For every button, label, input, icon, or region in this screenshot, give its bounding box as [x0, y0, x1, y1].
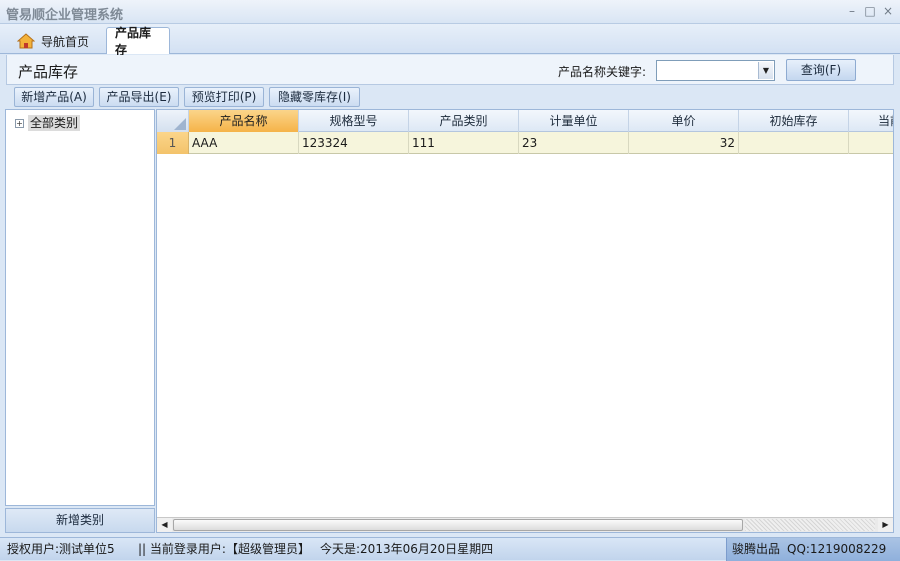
row-number[interactable]: 1 [157, 132, 189, 154]
tree-node-label[interactable]: 全部类别 [28, 115, 81, 131]
column-header-spec[interactable]: 规格型号 [299, 110, 409, 132]
select-all-corner[interactable] [157, 110, 189, 132]
grid-header: 产品名称 规格型号 产品类别 计量单位 单价 初始库存 当前 [157, 110, 893, 132]
scrollbar-track[interactable] [745, 519, 875, 531]
cell-current-stock[interactable] [849, 132, 893, 154]
toolbar: 新增产品(A) 产品导出(E) 预览打印(P) 隐藏零库存(I) [6, 86, 894, 108]
page-title: 产品库存 [18, 63, 79, 81]
column-header-category[interactable]: 产品类别 [409, 110, 519, 132]
add-product-button[interactable]: 新增产品(A) [14, 87, 94, 107]
tab-home[interactable]: 导航首页 [8, 27, 100, 54]
column-header-current-stock[interactable]: 当前 [849, 110, 893, 132]
print-preview-button[interactable]: 预览打印(P) [184, 87, 264, 107]
window-title: 管易顺企业管理系统 [6, 8, 124, 23]
cell-initial-stock[interactable] [739, 132, 849, 154]
status-vendor: 骏腾出品 [732, 542, 781, 556]
tab-product-stock-label: 产品库存 [115, 26, 152, 57]
column-header-price[interactable]: 单价 [629, 110, 739, 132]
cell-name[interactable]: AAA [189, 132, 299, 154]
hide-zero-stock-button[interactable]: 隐藏零库存(I) [269, 87, 360, 107]
window-controls: – □ × [846, 3, 894, 19]
horizontal-scrollbar[interactable]: ◀ ▶ [157, 517, 893, 532]
tab-home-label: 导航首页 [41, 34, 90, 49]
chevron-down-icon[interactable]: ▼ [758, 62, 773, 79]
expand-icon[interactable]: + [15, 118, 24, 128]
status-current-user: || 当前登录用户:【超级管理员】 [138, 542, 310, 556]
tree-node-all-categories[interactable]: + 全部类别 [15, 115, 81, 131]
scroll-left-icon[interactable]: ◀ [157, 518, 172, 532]
query-button[interactable]: 查询(F) [786, 59, 856, 81]
page-header: 产品库存 产品名称关键字: ▼ 查询(F) [6, 55, 894, 85]
search-input[interactable] [657, 61, 757, 80]
title-bar: 管易顺企业管理系统 – □ × [0, 0, 900, 24]
home-icon [16, 33, 36, 49]
status-authorized-user: 授权用户:测试单位5 [7, 542, 115, 556]
tab-product-stock[interactable]: 产品库存 [106, 26, 170, 57]
add-category-button[interactable]: 新增类别 [5, 508, 155, 533]
status-bar: 授权用户:测试单位5 || 当前登录用户:【超级管理员】 今天是:2013年06… [0, 537, 900, 561]
cell-spec[interactable]: 123324 [299, 132, 409, 154]
column-header-initial-stock[interactable]: 初始库存 [739, 110, 849, 132]
status-qq: QQ:1219008229 [787, 542, 887, 556]
maximize-button[interactable]: □ [864, 3, 876, 19]
column-header-name[interactable]: 产品名称 [189, 110, 299, 132]
search-combo[interactable]: ▼ [656, 60, 775, 81]
search-label: 产品名称关键字: [558, 65, 647, 79]
status-vendor-panel: 骏腾出品 QQ:1219008229 [726, 538, 900, 561]
minimize-button[interactable]: – [846, 3, 858, 19]
cell-price[interactable]: 32 [629, 132, 739, 154]
column-header-unit[interactable]: 计量单位 [519, 110, 629, 132]
product-grid: 产品名称 规格型号 产品类别 计量单位 单价 初始库存 当前 1 AAA 123… [156, 109, 894, 533]
table-row[interactable]: 1 AAA 123324 111 23 32 [157, 132, 893, 154]
category-tree: + 全部类别 [5, 109, 155, 506]
tab-strip: 导航首页 产品库存 [0, 24, 900, 57]
status-date: 今天是:2013年06月20日星期四 [320, 542, 494, 556]
scroll-right-icon[interactable]: ▶ [878, 518, 893, 532]
cell-category[interactable]: 111 [409, 132, 519, 154]
corner-triangle-icon [174, 118, 186, 130]
cell-unit[interactable]: 23 [519, 132, 629, 154]
close-button[interactable]: × [882, 3, 894, 19]
scrollbar-thumb[interactable] [173, 519, 743, 531]
export-product-button[interactable]: 产品导出(E) [99, 87, 179, 107]
